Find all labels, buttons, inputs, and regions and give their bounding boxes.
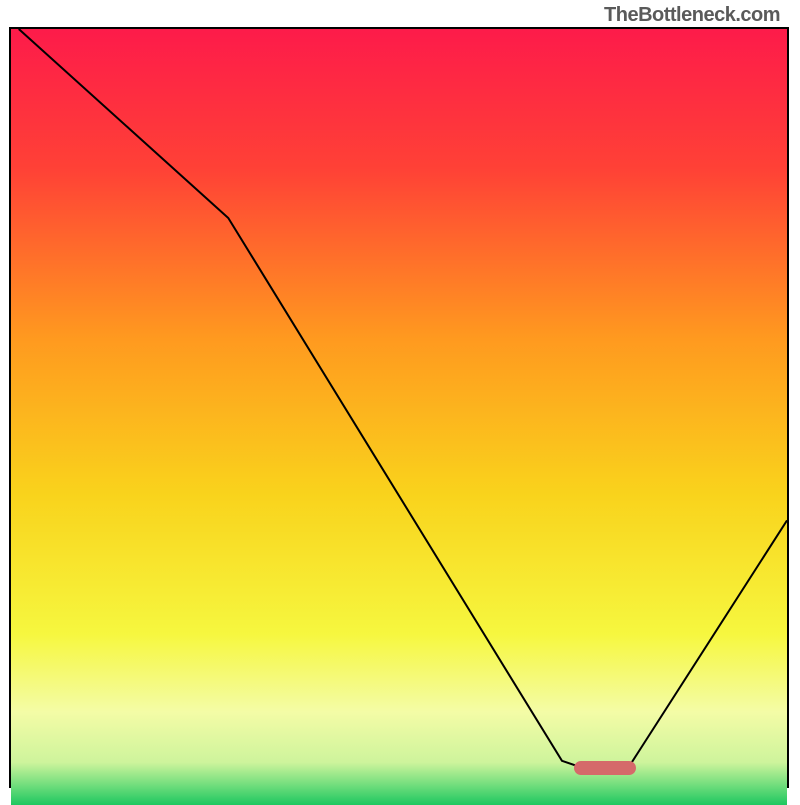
chart-frame — [9, 27, 789, 788]
optimal-marker — [574, 761, 636, 775]
background-gradient — [11, 29, 787, 805]
watermark-text: TheBottleneck.com — [604, 4, 780, 27]
plot-area — [11, 29, 787, 785]
